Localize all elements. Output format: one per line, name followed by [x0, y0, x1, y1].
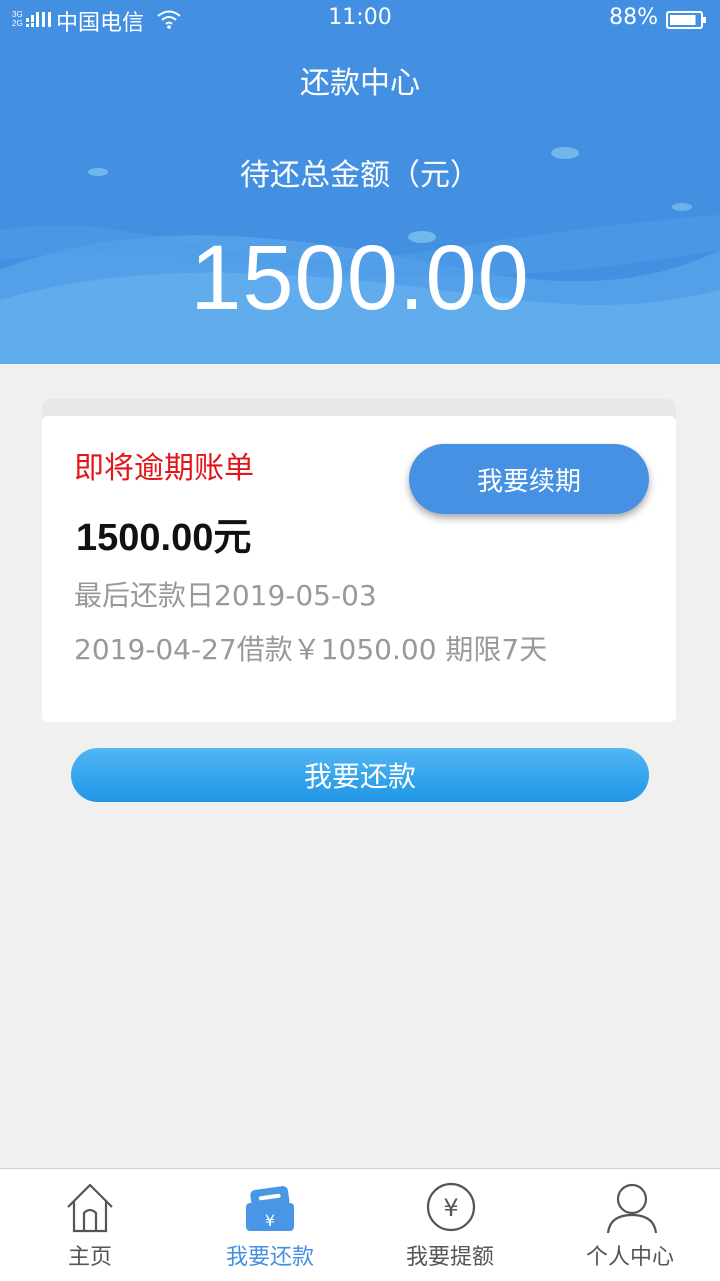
repay-button[interactable]: 我要还款	[71, 748, 649, 802]
tab-repay[interactable]: ¥ 我要还款	[180, 1169, 360, 1281]
svg-text:¥: ¥	[443, 1194, 458, 1222]
renew-button[interactable]: 我要续期	[409, 444, 649, 514]
total-amount-value: 1500.00	[190, 227, 530, 329]
total-amount-label: 待还总金额（元）	[240, 158, 480, 193]
due-date: 最后还款日2019-05-03	[74, 579, 377, 612]
home-icon	[62, 1179, 118, 1235]
page-title: 还款中心	[300, 66, 420, 101]
user-icon	[602, 1179, 658, 1235]
svg-text:¥: ¥	[265, 1211, 275, 1230]
bill-title: 即将逾期账单	[74, 451, 254, 486]
tab-label: 个人中心	[585, 1245, 674, 1270]
tab-increase-limit[interactable]: ¥ 我要提额	[360, 1169, 540, 1281]
tab-label: 我要还款	[225, 1245, 314, 1270]
header-banner: 3G 2G 中国电信 11:00 88% 还款中心 待还总金额（元） 1500.…	[0, 0, 720, 364]
battery-percent: 88%	[609, 5, 658, 30]
tab-home[interactable]: 主页	[0, 1169, 180, 1281]
tab-label: 我要提额	[405, 1245, 494, 1270]
tab-profile[interactable]: 个人中心	[540, 1169, 720, 1281]
status-bar: 3G 2G 中国电信 11:00 88%	[0, 0, 720, 38]
loan-info: 2019-04-27借款￥1050.00 期限7天	[74, 633, 548, 666]
wallet-icon: ¥	[242, 1179, 298, 1235]
battery-icon	[666, 10, 708, 36]
overdue-bill-card: 即将逾期账单 1500.00元 最后还款日2019-05-03 2019-04-…	[42, 416, 676, 722]
yen-circle-icon: ¥	[422, 1179, 478, 1235]
bottom-tab-bar: 主页 ¥ 我要还款 ¥ 我要提额 个人中心	[0, 1168, 720, 1281]
tab-label: 主页	[67, 1245, 112, 1270]
bill-amount: 1500.00元	[76, 517, 252, 559]
